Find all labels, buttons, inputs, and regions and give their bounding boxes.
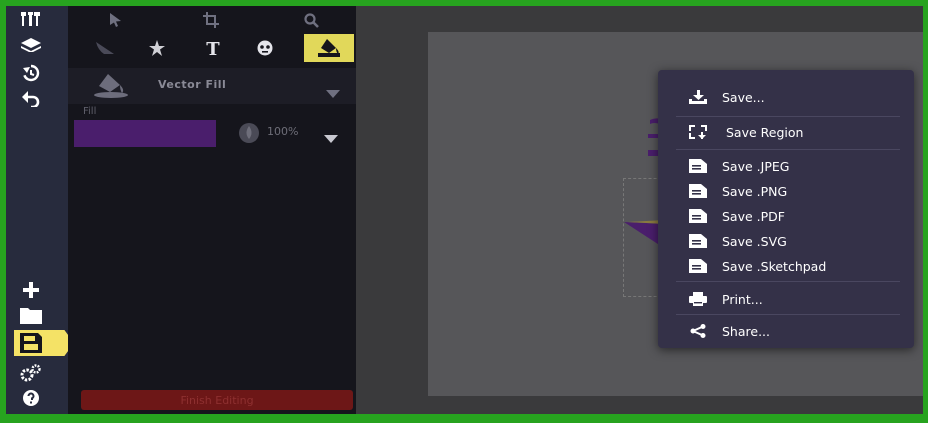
menu-item-label: Save .PNG bbox=[722, 183, 788, 199]
zoom-tool-icon[interactable] bbox=[286, 6, 336, 34]
svg-text:T: T bbox=[206, 40, 220, 56]
save-icon[interactable] bbox=[16, 332, 46, 354]
file-icon bbox=[688, 183, 708, 199]
menu-item-share[interactable]: Share... bbox=[658, 320, 914, 342]
history-icon[interactable] bbox=[16, 62, 46, 84]
tools-icon[interactable] bbox=[16, 8, 46, 30]
tool-row-2: T bbox=[68, 34, 356, 62]
region-icon bbox=[688, 124, 708, 140]
fill-type-select[interactable]: Vector Fill bbox=[68, 68, 356, 104]
menu-divider bbox=[676, 281, 900, 282]
settings-icon[interactable] bbox=[16, 362, 46, 384]
tool-panel: T Vector Fill Fill 100% Finish Editing bbox=[68, 6, 356, 414]
menu-item-save-pdf[interactable]: Save .PDF bbox=[658, 205, 914, 227]
chevron-down-icon bbox=[326, 83, 340, 102]
app-window: T Vector Fill Fill 100% Finish Editing S… bbox=[6, 6, 923, 414]
menu-item-save-jpeg[interactable]: Save .JPEG bbox=[658, 155, 914, 177]
brush-tool-icon[interactable] bbox=[80, 34, 130, 62]
opacity-value[interactable]: 100% bbox=[267, 125, 298, 138]
folder-icon[interactable] bbox=[16, 305, 46, 327]
tool-row-1 bbox=[68, 6, 356, 34]
menu-item-print[interactable]: Print... bbox=[658, 288, 914, 310]
menu-item-label: Share... bbox=[722, 323, 770, 339]
add-icon[interactable] bbox=[16, 279, 46, 301]
menu-item-label: Print... bbox=[722, 291, 763, 307]
menu-divider bbox=[676, 314, 900, 315]
file-icon bbox=[688, 158, 708, 174]
save-menu: Save... Save Region Save .JPEG Save .PNG bbox=[658, 70, 914, 348]
file-icon bbox=[688, 258, 708, 274]
menu-item-save-svg[interactable]: Save .SVG bbox=[658, 230, 914, 252]
undo-icon[interactable] bbox=[16, 88, 46, 110]
menu-item-save-sketchpad[interactable]: Save .Sketchpad bbox=[658, 255, 914, 277]
text-tool-icon[interactable]: T bbox=[188, 34, 238, 62]
menu-item-save-region[interactable]: Save Region bbox=[658, 121, 914, 143]
help-icon[interactable] bbox=[16, 387, 46, 409]
menu-item-label: Save .JPEG bbox=[722, 158, 790, 174]
stamp-tool-icon[interactable] bbox=[240, 34, 290, 62]
fill-bucket-icon bbox=[94, 74, 128, 102]
share-icon bbox=[688, 323, 708, 339]
menu-item-label: Save... bbox=[722, 89, 765, 105]
fill-type-value: Vector Fill bbox=[158, 78, 227, 91]
menu-item-label: Save Region bbox=[726, 124, 804, 140]
opacity-drop-icon bbox=[238, 122, 260, 148]
download-icon bbox=[688, 89, 708, 105]
layers-icon[interactable] bbox=[16, 34, 46, 56]
file-icon bbox=[688, 233, 708, 249]
opacity-chevron-icon[interactable] bbox=[324, 128, 338, 147]
printer-icon bbox=[688, 291, 708, 307]
select-tool-icon[interactable] bbox=[90, 6, 140, 34]
crop-tool-icon[interactable] bbox=[186, 6, 236, 34]
menu-item-label: Save .PDF bbox=[722, 208, 785, 224]
shape-tool-icon[interactable] bbox=[132, 34, 182, 62]
fill-tool-icon[interactable] bbox=[304, 34, 354, 62]
menu-divider bbox=[676, 149, 900, 150]
menu-item-save[interactable]: Save... bbox=[658, 86, 914, 108]
menu-divider bbox=[676, 116, 900, 117]
finish-editing-button[interactable]: Finish Editing bbox=[81, 390, 353, 410]
file-icon bbox=[688, 208, 708, 224]
menu-item-label: Save .Sketchpad bbox=[722, 258, 827, 274]
sidebar bbox=[6, 6, 74, 414]
fill-color-swatch[interactable] bbox=[74, 120, 216, 147]
fill-label: Fill bbox=[83, 106, 97, 117]
menu-item-label: Save .SVG bbox=[722, 233, 787, 249]
menu-item-save-png[interactable]: Save .PNG bbox=[658, 180, 914, 202]
